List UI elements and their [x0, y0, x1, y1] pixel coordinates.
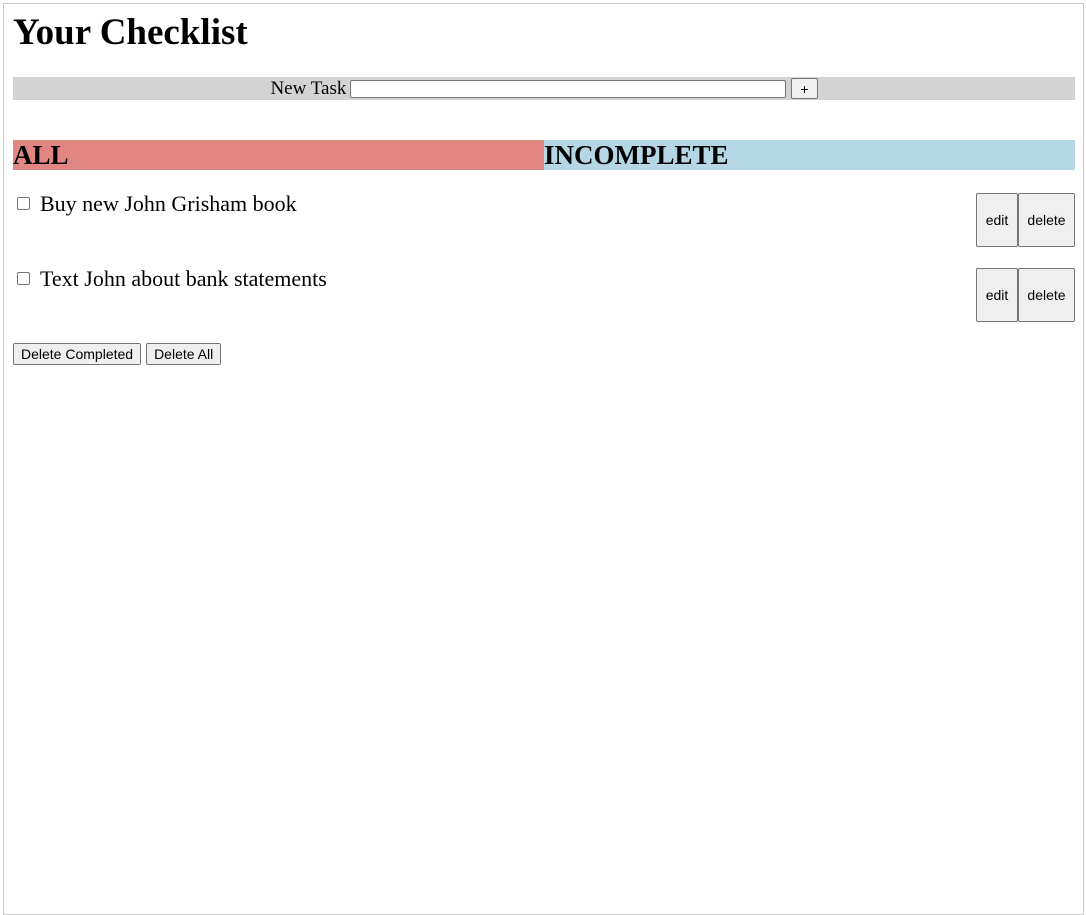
task-actions: edit delete	[976, 268, 1075, 322]
task-checkbox[interactable]	[17, 197, 30, 210]
filter-tabs: ALL INCOMPLETE	[13, 140, 1075, 170]
edit-task-button[interactable]: edit	[976, 193, 1018, 247]
task-text: Text John about bank statements	[40, 266, 327, 291]
task-item: Text John about bank statements edit del…	[13, 266, 1075, 322]
task-item: Buy new John Grisham book edit delete	[13, 191, 1075, 247]
edit-task-button[interactable]: edit	[976, 268, 1018, 322]
task-actions: edit delete	[976, 193, 1075, 247]
delete-completed-button[interactable]: Delete Completed	[13, 343, 142, 365]
new-task-form: New Task +	[13, 77, 1075, 100]
delete-task-button[interactable]: delete	[1018, 268, 1075, 322]
bulk-actions: Delete Completed Delete All	[13, 343, 222, 365]
new-task-label: New Task	[270, 77, 347, 99]
task-checkbox[interactable]	[17, 272, 30, 285]
add-task-button[interactable]: +	[791, 78, 818, 99]
delete-task-button[interactable]: delete	[1018, 193, 1075, 247]
filter-all-tab[interactable]: ALL	[13, 140, 544, 170]
page-title: Your Checklist	[13, 12, 248, 53]
new-task-input[interactable]	[350, 79, 787, 98]
delete-all-button[interactable]: Delete All	[146, 343, 222, 365]
task-text: Buy new John Grisham book	[40, 191, 297, 216]
filter-incomplete-tab[interactable]: INCOMPLETE	[544, 140, 1075, 170]
